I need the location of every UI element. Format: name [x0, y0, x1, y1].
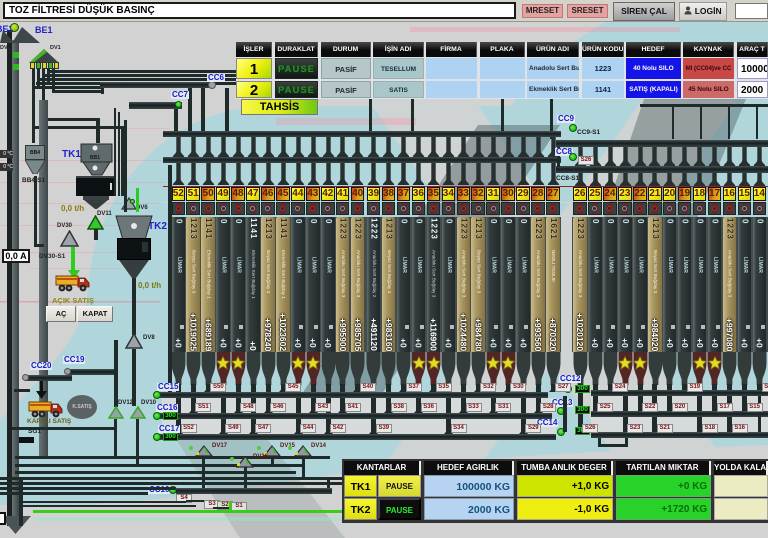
svg-text:BB1: BB1 [90, 155, 100, 161]
